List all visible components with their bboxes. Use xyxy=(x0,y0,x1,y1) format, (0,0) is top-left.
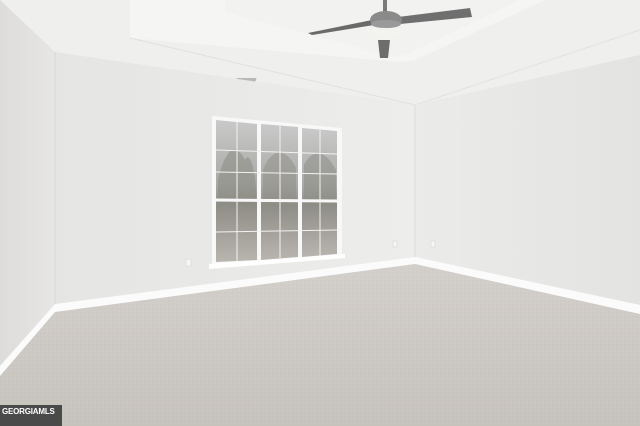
wall-outlet xyxy=(392,240,398,248)
empty-room-photo: GEORGIAMLS xyxy=(0,0,640,426)
mls-watermark-logo: GEORGIAMLS xyxy=(0,405,62,426)
wall-outlet xyxy=(430,240,436,248)
room-illustration xyxy=(0,0,640,426)
watermark-brand-text: GEORGIAMLS xyxy=(2,407,55,416)
wall-outlet xyxy=(185,258,192,267)
window xyxy=(209,116,345,269)
